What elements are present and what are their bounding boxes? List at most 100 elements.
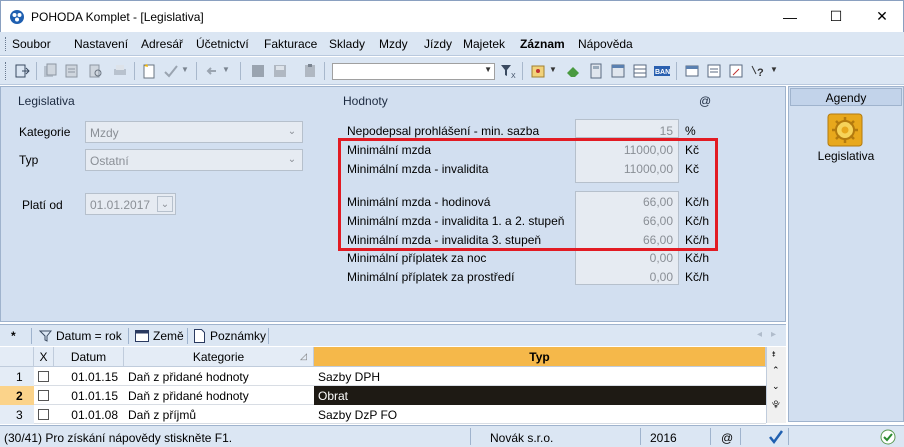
- value-field[interactable]: 15: [573, 124, 673, 138]
- exit-icon[interactable]: [14, 63, 30, 79]
- chevron-down-icon[interactable]: ⌄: [284, 124, 300, 140]
- tab-separator: [187, 328, 188, 344]
- toolbar-separator: [134, 62, 135, 80]
- row-checkbox[interactable]: [38, 409, 49, 420]
- cell-kategorie: Daň z přidané hodnoty: [128, 389, 249, 403]
- status-separator: [788, 428, 789, 445]
- back-arrow-icon[interactable]: [204, 63, 220, 79]
- status-separator: [740, 428, 741, 445]
- agenda-icon[interactable]: [530, 63, 546, 79]
- red-highlight-box: [338, 138, 718, 251]
- tab-zeme[interactable]: Země: [153, 329, 184, 343]
- close-button[interactable]: ✕: [859, 1, 904, 32]
- tab-star[interactable]: *: [11, 329, 16, 343]
- check-icon[interactable]: [163, 63, 179, 79]
- status-year: 2016: [650, 431, 677, 445]
- table-row[interactable]: 3 01.01.08 Daň z příjmů Sazby DzP FO: [0, 405, 766, 424]
- filter-icon[interactable]: X: [500, 63, 516, 79]
- row-checkbox[interactable]: [38, 371, 49, 382]
- scroll-top-icon[interactable]: ⯒: [772, 349, 776, 363]
- cell-datum: 01.01.15: [71, 389, 118, 403]
- search-record-icon[interactable]: [88, 63, 104, 79]
- chevron-down-icon[interactable]: ▼: [181, 65, 189, 74]
- list-icon[interactable]: [706, 63, 722, 79]
- clipboard-icon[interactable]: [302, 63, 318, 79]
- row-number: 2: [0, 386, 34, 405]
- status-ok-icon[interactable]: [880, 429, 896, 445]
- scroll-up-icon[interactable]: ⌃: [772, 365, 780, 376]
- status-help-text: (30/41) Pro získání nápovědy stiskněte F…: [4, 431, 233, 445]
- window-icon[interactable]: [684, 63, 700, 79]
- print-icon[interactable]: [112, 63, 128, 79]
- table-header-typ[interactable]: Typ: [314, 347, 766, 367]
- table-icon[interactable]: [632, 63, 648, 79]
- menu-zaznam[interactable]: Záznam: [520, 37, 565, 51]
- typ-select[interactable]: Ostatní ⌄: [85, 149, 303, 171]
- help-icon[interactable]: ?: [750, 63, 766, 79]
- menu-nastaveni[interactable]: Nastavení: [74, 37, 128, 51]
- maximize-button[interactable]: ☐: [813, 1, 859, 32]
- minimize-button[interactable]: —: [767, 1, 813, 32]
- chevron-down-icon[interactable]: ▼: [770, 65, 778, 74]
- kategorie-select[interactable]: Mzdy ⌄: [85, 121, 303, 143]
- table-row-selected[interactable]: 2 01.01.15 Daň z přidané hodnoty Obrat: [0, 386, 766, 405]
- at-symbol: @: [699, 94, 712, 108]
- chevron-down-icon[interactable]: ⌄: [284, 152, 300, 168]
- row-checkbox[interactable]: [38, 390, 49, 401]
- scroll-down-icon[interactable]: ⌄: [772, 381, 780, 392]
- chevron-down-icon[interactable]: ▼: [222, 65, 230, 74]
- save-icon[interactable]: [272, 63, 288, 79]
- status-bar: (30/41) Pro získání nápovědy stiskněte F…: [0, 425, 904, 447]
- tab-datum-rok[interactable]: Datum = rok: [56, 329, 122, 343]
- menu-fakturace[interactable]: Fakturace: [264, 37, 317, 51]
- calculator-icon[interactable]: [588, 63, 604, 79]
- scroll-bottom-icon[interactable]: ⯓: [772, 399, 780, 413]
- ok-check-icon[interactable]: [768, 429, 784, 445]
- toolbar-search-combo[interactable]: ▼: [332, 63, 495, 80]
- menu-sklady[interactable]: Sklady: [329, 37, 365, 51]
- plati-od-date-field[interactable]: 01.01.2017 ⌄: [85, 193, 176, 215]
- menu-napoveda[interactable]: Nápověda: [578, 37, 633, 51]
- tab-separator: [268, 328, 269, 344]
- table-header-kategorie[interactable]: Kategorie: [124, 347, 314, 367]
- menu-mzdy[interactable]: Mzdy: [379, 37, 408, 51]
- tab-poznamky[interactable]: Poznámky: [210, 329, 266, 343]
- agendy-item-legislativa[interactable]: Legislativa: [789, 149, 903, 163]
- svg-text:?: ?: [757, 67, 764, 79]
- legislation-gear-icon[interactable]: [827, 113, 863, 147]
- edit-icon[interactable]: [250, 63, 266, 79]
- menu-soubor[interactable]: Soubor: [12, 37, 51, 51]
- chevron-down-icon[interactable]: ⌄: [157, 196, 173, 212]
- toolbar: ▼ ▼ ▼ X ▼ BAN ? ▼: [0, 57, 904, 85]
- value-field[interactable]: 0,00: [573, 270, 673, 284]
- tab-scroll-right-icon[interactable]: ▸: [771, 329, 776, 340]
- tab-scroll-left-icon[interactable]: ◂: [757, 329, 762, 340]
- new-record-icon[interactable]: [141, 63, 157, 79]
- cell-typ-focused[interactable]: Obrat: [314, 386, 766, 405]
- table-header-x[interactable]: X: [34, 347, 54, 367]
- table-vertical-scrollbar[interactable]: ⯒ ⌃ ⌄ ⯓: [766, 347, 786, 423]
- table-header-datum[interactable]: Datum: [54, 347, 124, 367]
- table-row[interactable]: 1 01.01.15 Daň z přidané hodnoty Sazby D…: [0, 367, 766, 386]
- chevron-down-icon[interactable]: ▼: [484, 65, 492, 74]
- value-field[interactable]: 0,00: [573, 251, 673, 265]
- copy-record-icon[interactable]: [42, 63, 58, 79]
- menu-jizdy[interactable]: Jízdy: [424, 37, 452, 51]
- cell-typ: Sazby DPH: [318, 370, 381, 384]
- menu-majetek[interactable]: Majetek: [463, 37, 505, 51]
- toolbar-separator: [36, 62, 37, 80]
- status-at: @: [721, 431, 734, 445]
- document-icon[interactable]: [728, 63, 744, 79]
- green-eraser-icon[interactable]: [565, 63, 581, 79]
- value-row-label: Minimální příplatek za prostředí: [347, 270, 515, 284]
- cell-datum: 01.01.08: [71, 408, 118, 422]
- chevron-down-icon[interactable]: ▼: [549, 65, 557, 74]
- print-preview-icon[interactable]: [64, 63, 80, 79]
- calendar-icon[interactable]: [610, 63, 626, 79]
- ban-icon[interactable]: BAN: [654, 63, 670, 79]
- row-number: 1: [0, 367, 34, 386]
- menu-bar: Soubor Nastavení Adresář Účetnictví Fakt…: [0, 32, 904, 56]
- menu-grip: [5, 37, 7, 51]
- menu-ucetnictvi[interactable]: Účetnictví: [196, 37, 249, 51]
- menu-adresar[interactable]: Adresář: [141, 37, 183, 51]
